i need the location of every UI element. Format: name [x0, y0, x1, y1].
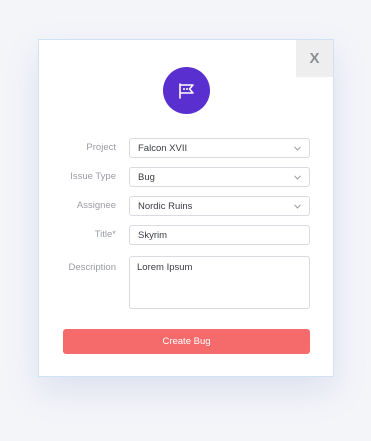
chevron-down-icon: [293, 144, 301, 152]
title-input[interactable]: Skyrim: [129, 225, 310, 245]
project-value: Falcon XVII: [138, 142, 188, 154]
project-select[interactable]: Falcon XVII: [129, 138, 310, 158]
flag-icon: [178, 82, 194, 99]
issue-type-label: Issue Type: [70, 171, 116, 182]
description-textarea[interactable]: Lorem Ipsum: [129, 256, 310, 309]
description-label: Description: [68, 262, 116, 273]
description-value: Lorem Ipsum: [137, 262, 193, 273]
issue-type-value: Bug: [138, 171, 155, 183]
assignee-value: Nordic Ruins: [138, 200, 193, 212]
issue-type-select[interactable]: Bug: [129, 167, 310, 187]
assignee-label: Assignee: [76, 200, 116, 211]
chevron-down-icon: [293, 173, 301, 181]
title-value: Skyrim: [138, 229, 168, 241]
title-label: Title*: [94, 229, 116, 240]
create-bug-label: Create Bug: [162, 336, 211, 347]
close-button[interactable]: X: [296, 40, 333, 77]
chevron-down-icon: [293, 202, 301, 210]
flag-logo: [163, 67, 210, 114]
create-issue-dialog: X Project Falcon XVII Issue Type Bug Ass…: [38, 39, 334, 377]
project-label: Project: [86, 142, 116, 153]
close-label: X: [309, 50, 320, 67]
create-bug-button[interactable]: Create Bug: [63, 329, 310, 354]
assignee-select[interactable]: Nordic Ruins: [129, 196, 310, 216]
